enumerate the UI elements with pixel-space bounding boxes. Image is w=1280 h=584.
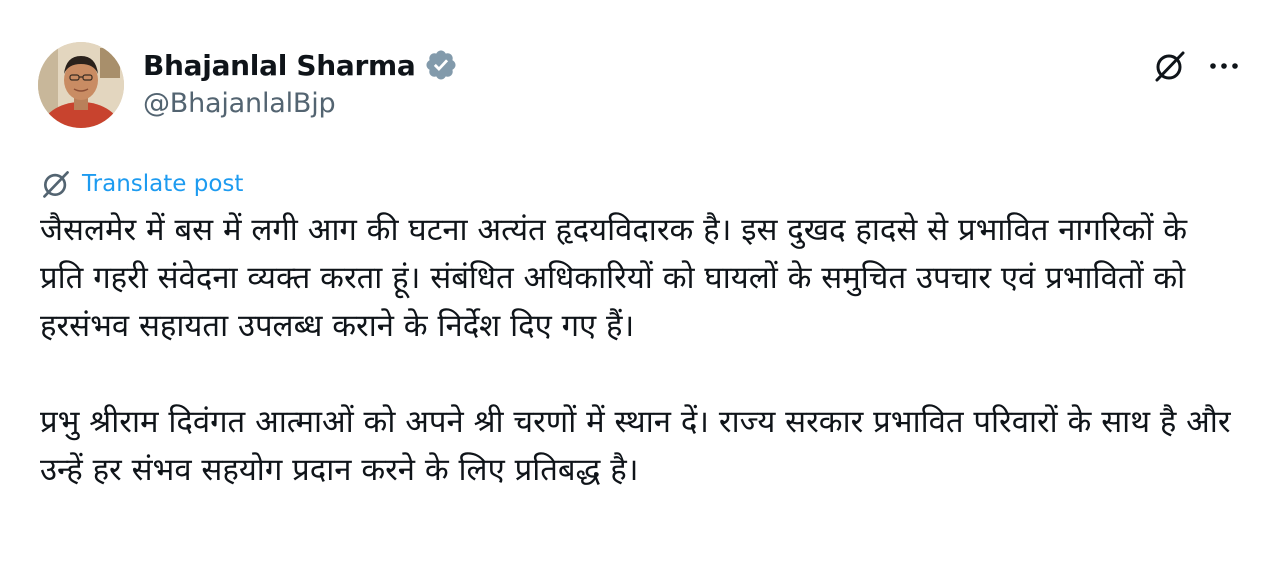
more-icon [1210, 63, 1238, 69]
post-text: जैसलमेर में बस में लगी आग की घटना अत्यंत… [40, 206, 1235, 494]
post-paragraph: प्रभु श्रीराम दिवंगत आत्माओं को अपने श्र… [40, 404, 1231, 488]
avatar-photo [38, 42, 124, 128]
post-paragraph: जैसलमेर में बस में लगी आग की घटना अत्यंत… [40, 212, 1188, 344]
grok-button[interactable] [1148, 44, 1192, 88]
translate-post-link[interactable]: Translate post [40, 166, 243, 202]
grok-translate-icon [43, 171, 69, 198]
author-name-row: Bhajanlal Sharma [143, 44, 458, 86]
verified-badge-icon[interactable] [424, 48, 458, 82]
post-card: Bhajanlal Sharma @BhajanlalBjp Translate… [0, 0, 1280, 584]
grok-icon [1155, 51, 1185, 82]
author-display-name[interactable]: Bhajanlal Sharma [143, 49, 416, 82]
author-handle[interactable]: @BhajanlalBjp [143, 88, 336, 119]
more-options-button[interactable] [1202, 44, 1246, 88]
translate-post-label: Translate post [82, 171, 244, 197]
avatar[interactable] [38, 42, 124, 128]
